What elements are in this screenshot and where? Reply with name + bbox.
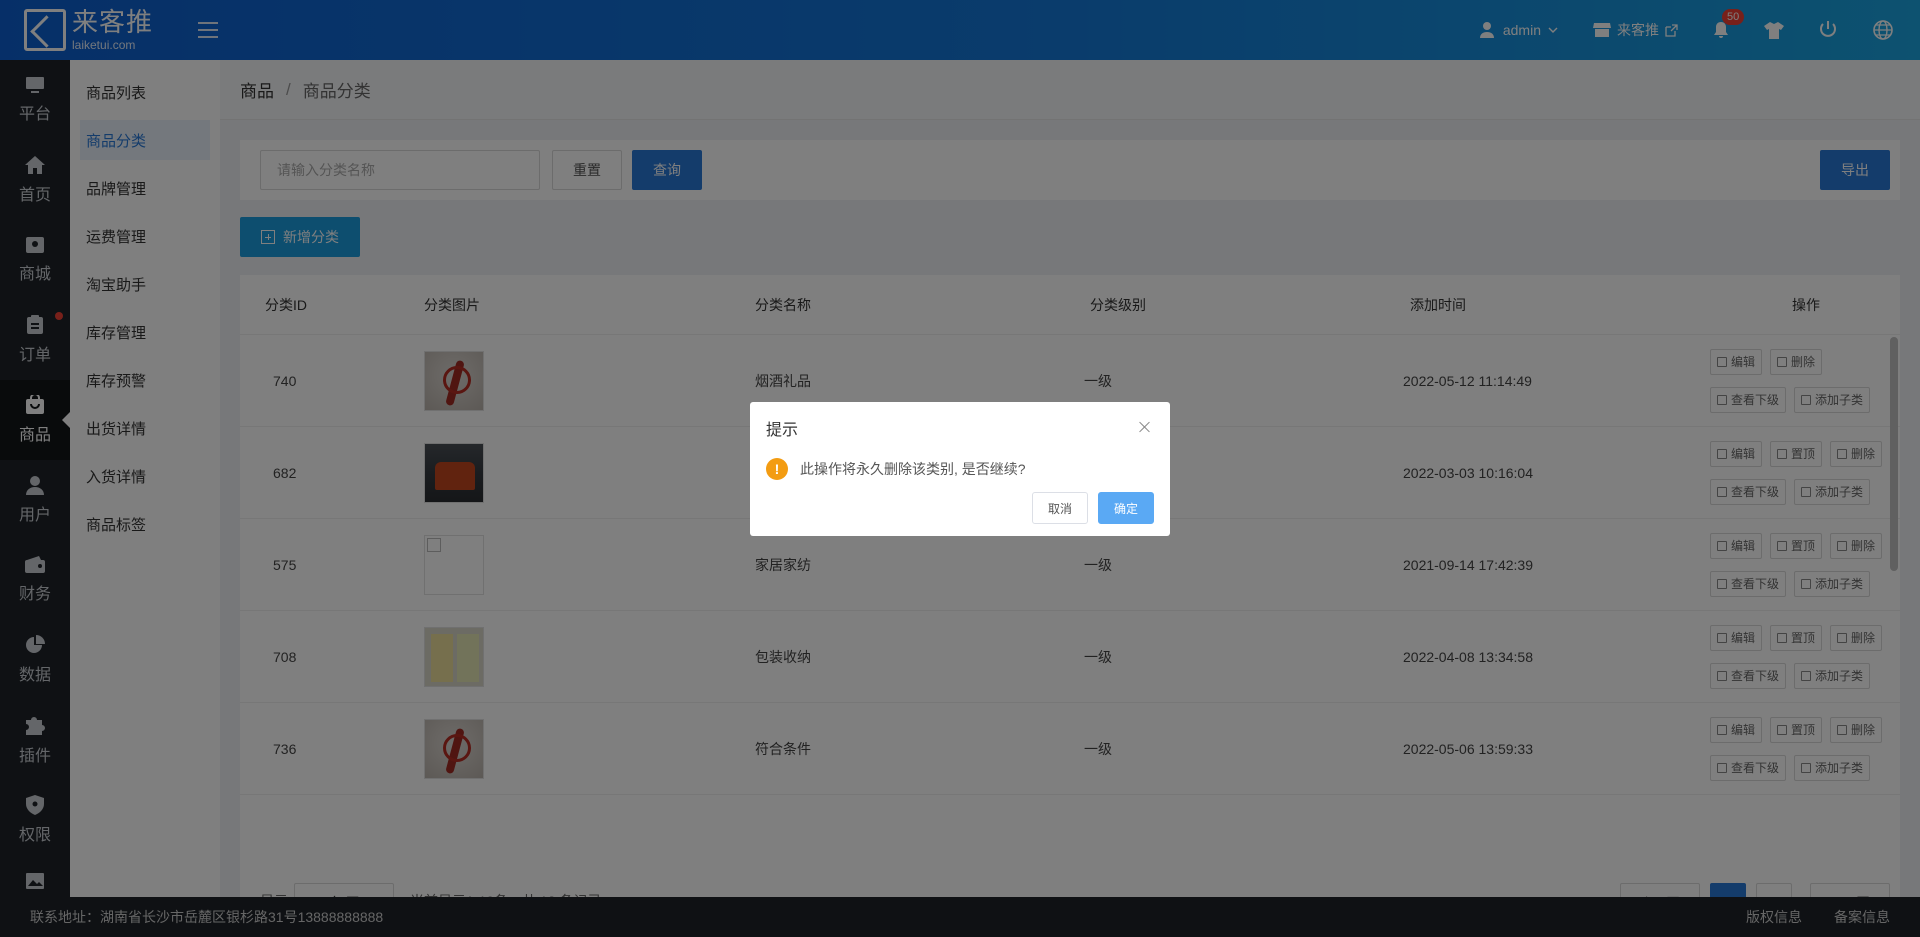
confirm-button[interactable]: 确定 xyxy=(1097,492,1154,524)
dialog-title: 提示 xyxy=(766,422,799,439)
cancel-button[interactable]: 取消 xyxy=(1031,492,1088,524)
close-icon[interactable] xyxy=(1138,420,1152,434)
dialog-message: 此操作将永久删除该类别, 是否继续? xyxy=(800,461,1026,477)
confirm-dialog: 提示 ! 此操作将永久删除该类别, 是否继续? 取消 确定 xyxy=(750,402,1170,536)
warning-icon: ! xyxy=(766,458,788,480)
app-root: 来客推 laiketui.com admin 来客推 50 xyxy=(0,0,1920,937)
